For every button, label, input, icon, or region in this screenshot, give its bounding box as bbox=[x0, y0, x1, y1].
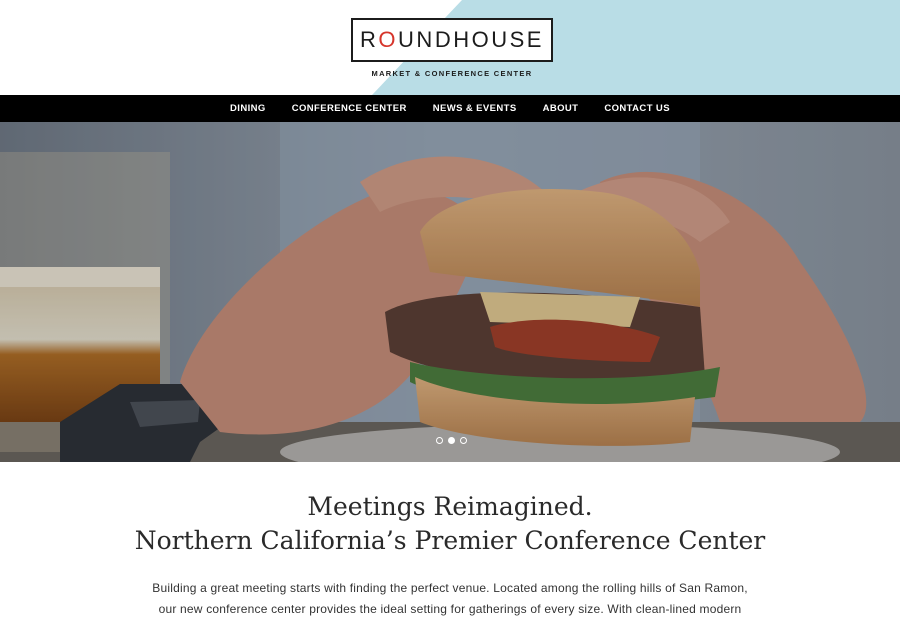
logo-letters-rest: UNDHOUSE bbox=[398, 27, 544, 52]
intro-paragraph: Building a great meeting starts with fin… bbox=[130, 578, 770, 620]
headline-primary: Meetings Reimagined. bbox=[307, 492, 593, 521]
logo-letter-o: O bbox=[378, 27, 399, 52]
hero-slider[interactable] bbox=[0, 122, 900, 462]
logo-subtitle: MARKET & CONFERENCE CENTER bbox=[371, 69, 533, 78]
main-nav: DINING CONFERENCE CENTER NEWS & EVENTS A… bbox=[0, 95, 900, 122]
intro-line-1: Building a great meeting starts with fin… bbox=[152, 581, 748, 595]
headline-secondary: Northern California’s Premier Conference… bbox=[134, 526, 766, 555]
intro-line-2: our new conference center provides the i… bbox=[158, 602, 742, 616]
logo-letter-r: R bbox=[360, 27, 379, 52]
nav-item-conference-center[interactable]: CONFERENCE CENTER bbox=[292, 103, 407, 114]
nav-item-contact-us[interactable]: CONTACT US bbox=[604, 103, 670, 114]
intro-section: Meetings Reimagined. Northern California… bbox=[0, 462, 900, 620]
nav-item-dining[interactable]: DINING bbox=[230, 103, 266, 114]
logo[interactable]: R O UNDHOUSE bbox=[351, 18, 553, 62]
nav-item-about[interactable]: ABOUT bbox=[543, 103, 579, 114]
slider-dot-2[interactable] bbox=[448, 437, 455, 444]
hero-image bbox=[0, 122, 900, 462]
site-header: R O UNDHOUSE MARKET & CONFERENCE CENTER bbox=[0, 0, 900, 95]
slider-dot-3[interactable] bbox=[460, 437, 467, 444]
slider-dot-1[interactable] bbox=[436, 437, 443, 444]
slider-dots bbox=[436, 437, 467, 444]
nav-item-news-events[interactable]: NEWS & EVENTS bbox=[433, 103, 517, 114]
